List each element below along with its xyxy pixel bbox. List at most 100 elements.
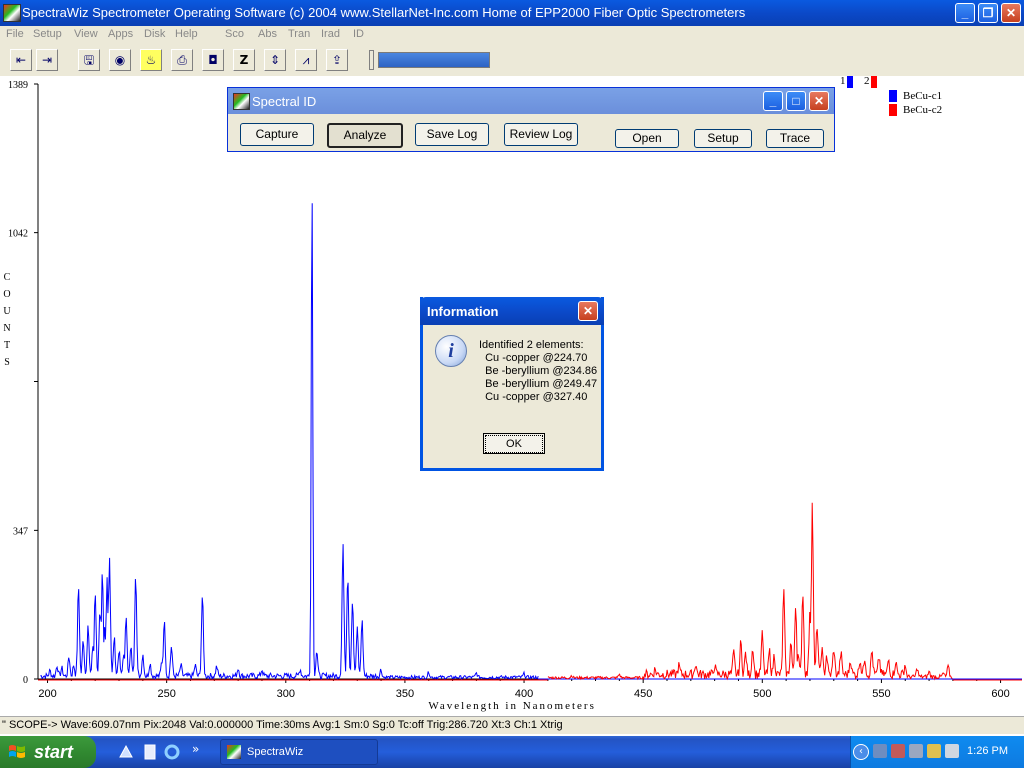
start-button[interactable]: start <box>0 736 96 768</box>
y-tick-label: 1389 <box>8 80 28 91</box>
review-log-button[interactable]: Review Log <box>504 123 578 146</box>
x-tick-label: 400 <box>515 688 533 700</box>
y-axis-label-char: O <box>3 289 10 300</box>
analyze-button[interactable]: Analyze <box>327 123 403 148</box>
close-button[interactable]: ✕ <box>1001 3 1021 23</box>
y-axis-label-char: T <box>4 340 10 351</box>
y-axis-label-char: U <box>3 306 11 317</box>
peak-icon[interactable]: ⩘ <box>295 49 317 71</box>
info-icon: i <box>435 335 467 367</box>
information-message: Identified 2 elements: Cu -copper @224.7… <box>479 339 598 403</box>
quicklaunch-expand-icon[interactable]: » <box>192 742 199 756</box>
tray-network-disconnected-icon[interactable] <box>891 744 905 758</box>
x-tick-label: 300 <box>277 688 295 700</box>
information-title: Information <box>427 304 499 319</box>
ok-button-label: OK <box>485 435 543 453</box>
quicklaunch-network-icon[interactable] <box>118 744 134 760</box>
menu-abs[interactable]: Abs <box>258 28 277 40</box>
z-icon[interactable]: Z <box>233 49 255 71</box>
status-bar: " SCOPE-> Wave:609.07nm Pix:2048 Val:0.0… <box>0 716 1024 734</box>
y-axis-label-char: C <box>4 272 11 283</box>
save-log-button[interactable]: Save Log <box>415 123 489 146</box>
quicklaunch-ie-icon[interactable] <box>164 744 180 760</box>
ok-button[interactable]: OK <box>483 433 545 454</box>
scale-icon[interactable]: ⇕ <box>264 49 286 71</box>
title-bar: SpectraWiz Spectrometer Operating Softwa… <box>0 0 1024 26</box>
quicklaunch-document-icon[interactable] <box>142 744 158 760</box>
tray-network-icon[interactable] <box>873 744 887 758</box>
taskbar-item-spectrawiz[interactable]: SpectraWiz <box>220 739 378 765</box>
spectrawiz-app-icon[interactable] <box>3 4 21 22</box>
x-tick-label: 350 <box>396 688 414 700</box>
bulb-icon[interactable]: ♨ <box>140 49 162 71</box>
menu-file[interactable]: File <box>6 28 24 40</box>
export-icon[interactable]: ⇪ <box>326 49 348 71</box>
taskbar: start » SpectraWiz ‹ 1:26 PM <box>0 736 1024 768</box>
lamp-icon[interactable]: ◉ <box>109 49 131 71</box>
spectrawiz-task-icon <box>227 745 241 759</box>
setup-button[interactable]: Setup <box>694 129 752 148</box>
x-tick-label: 550 <box>872 688 890 700</box>
menu-apps[interactable]: Apps <box>108 28 133 40</box>
legend-label-becu-c2: BeCu-c2 <box>903 104 943 116</box>
x-tick-label: 250 <box>157 688 175 700</box>
capture-button[interactable]: Capture <box>240 123 314 146</box>
y-tick-label: 347 <box>13 526 28 537</box>
menu-sco[interactable]: Sco <box>225 28 244 40</box>
tray-expand-icon[interactable]: ‹ <box>853 744 869 760</box>
y-tick-label: 0 <box>23 675 28 686</box>
spectral-id-maximize-button[interactable]: □ <box>786 91 806 111</box>
information-title-bar[interactable]: Information ✕ <box>420 297 604 325</box>
legend-num-2: 2 <box>864 75 870 87</box>
x-axis-label: Wavelength in Nanometers <box>428 700 595 712</box>
legend-label-becu-c1: BeCu-c1 <box>903 90 943 102</box>
series-becu-c2 <box>547 502 953 681</box>
tray-folder-icon[interactable] <box>927 744 941 758</box>
tray-volume-icon[interactable] <box>909 744 923 758</box>
spectral-id-title: Spectral ID <box>252 94 317 109</box>
y-tick-label: 1042 <box>8 229 28 240</box>
minimize-button[interactable]: _ <box>955 3 975 23</box>
start-label: start <box>34 742 74 762</box>
tray-display-icon[interactable] <box>945 744 959 758</box>
menu-tran[interactable]: Tran <box>288 28 310 40</box>
x-tick-label: 500 <box>753 688 771 700</box>
menu-view[interactable]: View <box>74 28 98 40</box>
menu-disk[interactable]: Disk <box>144 28 165 40</box>
information-close-button[interactable]: ✕ <box>578 301 598 321</box>
open-button[interactable]: Open <box>615 129 679 148</box>
print-icon[interactable]: ⎙ <box>171 49 193 71</box>
y-axis-label-char: N <box>3 323 10 334</box>
camera-icon[interactable]: ◘ <box>202 49 224 71</box>
taskbar-item-label: SpectraWiz <box>247 746 304 758</box>
scroll-left-icon[interactable]: ⇤ <box>10 49 32 71</box>
x-tick-label: 600 <box>991 688 1009 700</box>
information-dialog: Information ✕ i Identified 2 elements: C… <box>420 297 604 471</box>
legend-color-becu-c2 <box>889 104 897 116</box>
save-icon[interactable]: 🖫 <box>78 49 100 71</box>
restore-button[interactable]: ❐ <box>978 3 998 23</box>
x-tick-label: 450 <box>634 688 652 700</box>
menu-setup[interactable]: Setup <box>33 28 62 40</box>
spectral-id-minimize-button[interactable]: _ <box>763 91 783 111</box>
spectral-id-app-icon <box>233 93 250 110</box>
progress-fill <box>379 53 489 67</box>
y-axis-label-char: S <box>4 357 10 368</box>
legend-color-becu-c1 <box>889 90 897 102</box>
x-tick-label: 200 <box>38 688 56 700</box>
progress-bar <box>378 52 490 68</box>
menu-id[interactable]: ID <box>353 28 364 40</box>
trace-button[interactable]: Trace <box>766 129 824 148</box>
spectral-id-close-button[interactable]: ✕ <box>809 91 829 111</box>
toolbar: ⇤ ⇥ 🖫 ◉ ♨ ⎙ ◘ Z ⇕ ⩘ ⇪ <box>0 44 1024 76</box>
menu-irad[interactable]: Irad <box>321 28 340 40</box>
progress-slider-handle[interactable] <box>369 50 374 70</box>
windows-flag-icon <box>9 745 25 758</box>
clock: 1:26 PM <box>967 745 1008 757</box>
menu-bar: File Setup View Apps Disk Help Sco Abs T… <box>0 26 1024 44</box>
window-title: SpectraWiz Spectrometer Operating Softwa… <box>22 5 746 20</box>
scroll-right-icon[interactable]: ⇥ <box>36 49 58 71</box>
menu-help[interactable]: Help <box>175 28 198 40</box>
legend-swatch-1 <box>847 76 853 88</box>
spectral-id-title-bar[interactable]: Spectral ID _ □ ✕ <box>228 88 834 114</box>
